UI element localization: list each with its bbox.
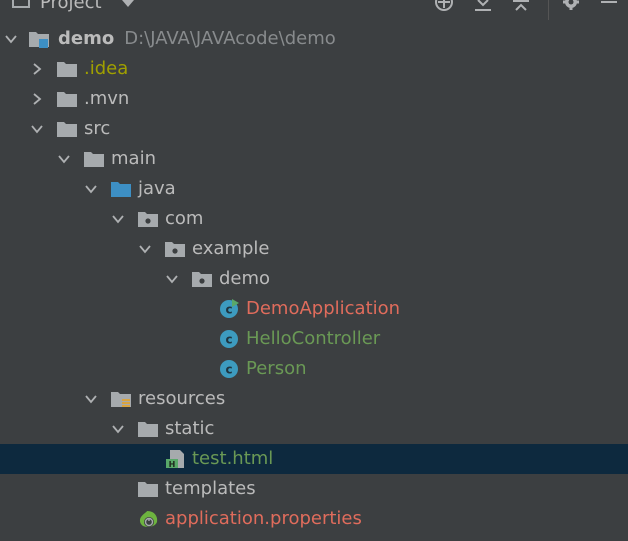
tree-row-test-html[interactable]: test.html bbox=[0, 444, 628, 474]
tree-label: Person bbox=[246, 358, 307, 379]
expanded-arrow-icon[interactable] bbox=[138, 242, 152, 256]
expanded-arrow-icon[interactable] bbox=[4, 32, 18, 46]
source-folder-icon bbox=[110, 179, 132, 199]
tree-label: .mvn bbox=[84, 88, 130, 109]
expanded-arrow-icon[interactable] bbox=[111, 212, 125, 226]
tree-row-main[interactable]: main bbox=[0, 144, 628, 174]
project-toolbar: Project bbox=[0, 0, 628, 22]
class-icon bbox=[218, 329, 240, 349]
tree-label: example bbox=[192, 238, 270, 259]
view-dropdown-icon[interactable] bbox=[122, 0, 134, 7]
tree-row-hello-controller[interactable]: HelloController bbox=[0, 324, 628, 354]
tree-label: test.html bbox=[192, 448, 274, 469]
resources-folder-icon bbox=[110, 389, 132, 409]
tree-label: demo D:\JAVA\JAVAcode\demo bbox=[58, 24, 336, 54]
expanded-arrow-icon[interactable] bbox=[84, 392, 98, 406]
tree-row-mvn[interactable]: .mvn bbox=[0, 84, 628, 114]
collapse-all-icon[interactable] bbox=[510, 0, 532, 16]
tree-label: templates bbox=[165, 478, 256, 499]
tree-row-src[interactable]: src bbox=[0, 114, 628, 144]
toolbar-separator bbox=[548, 0, 549, 20]
expanded-arrow-icon[interactable] bbox=[84, 182, 98, 196]
html-file-icon bbox=[164, 449, 186, 469]
expanded-arrow-icon[interactable] bbox=[57, 152, 71, 166]
tree-row-person[interactable]: Person bbox=[0, 354, 628, 384]
runnable-class-icon bbox=[218, 299, 240, 319]
tree-label: demo bbox=[219, 268, 271, 289]
expand-all-icon[interactable] bbox=[472, 0, 494, 16]
folder-icon bbox=[137, 419, 159, 439]
root-path: D:\JAVA\JAVAcode\demo bbox=[124, 28, 336, 49]
tree-row-example[interactable]: example bbox=[0, 234, 628, 264]
tree-label: main bbox=[111, 148, 156, 169]
folder-icon bbox=[83, 149, 105, 169]
tree-label: HelloController bbox=[246, 328, 381, 349]
folder-icon bbox=[56, 89, 78, 109]
folder-icon bbox=[137, 479, 159, 499]
tree-row-java[interactable]: java bbox=[0, 174, 628, 204]
package-icon bbox=[191, 269, 213, 289]
tree-label: java bbox=[138, 178, 176, 199]
module-folder-icon bbox=[28, 29, 50, 49]
project-view-icon bbox=[12, 0, 30, 8]
tree-row-com[interactable]: com bbox=[0, 204, 628, 234]
collapsed-arrow-icon[interactable] bbox=[30, 62, 44, 76]
expanded-arrow-icon[interactable] bbox=[165, 272, 179, 286]
tree-label: com bbox=[165, 208, 204, 229]
spring-properties-icon bbox=[137, 509, 159, 529]
tree-row-templates[interactable]: templates bbox=[0, 474, 628, 504]
collapsed-arrow-icon[interactable] bbox=[30, 92, 44, 106]
class-icon bbox=[218, 359, 240, 379]
tree-label: src bbox=[84, 118, 111, 139]
tree-label: DemoApplication bbox=[246, 298, 401, 319]
tree-row-idea[interactable]: .idea bbox=[0, 54, 628, 84]
gear-icon[interactable] bbox=[560, 0, 582, 16]
folder-icon bbox=[56, 119, 78, 139]
tree-row-demo-root[interactable]: demo D:\JAVA\JAVAcode\demo bbox=[0, 24, 628, 54]
tree-label: .idea bbox=[84, 58, 129, 79]
hide-panel-icon[interactable] bbox=[598, 0, 620, 16]
tree-row-demo-application[interactable]: DemoApplication bbox=[0, 294, 628, 324]
package-icon bbox=[137, 209, 159, 229]
expanded-arrow-icon[interactable] bbox=[111, 422, 125, 436]
tree-row-application-properties[interactable]: application.properties bbox=[0, 504, 628, 534]
folder-icon bbox=[56, 59, 78, 79]
tree-label: application.properties bbox=[165, 508, 362, 529]
root-name: demo bbox=[58, 28, 115, 49]
expanded-arrow-icon[interactable] bbox=[30, 122, 44, 136]
tree-row-static[interactable]: static bbox=[0, 414, 628, 444]
tree-label: resources bbox=[138, 388, 226, 409]
tree-row-demo-package[interactable]: demo bbox=[0, 264, 628, 294]
locate-file-icon[interactable] bbox=[433, 0, 455, 16]
package-icon bbox=[164, 239, 186, 259]
tree-label: static bbox=[165, 418, 215, 439]
project-view-title[interactable]: Project bbox=[40, 0, 102, 14]
tree-row-resources[interactable]: resources bbox=[0, 384, 628, 414]
